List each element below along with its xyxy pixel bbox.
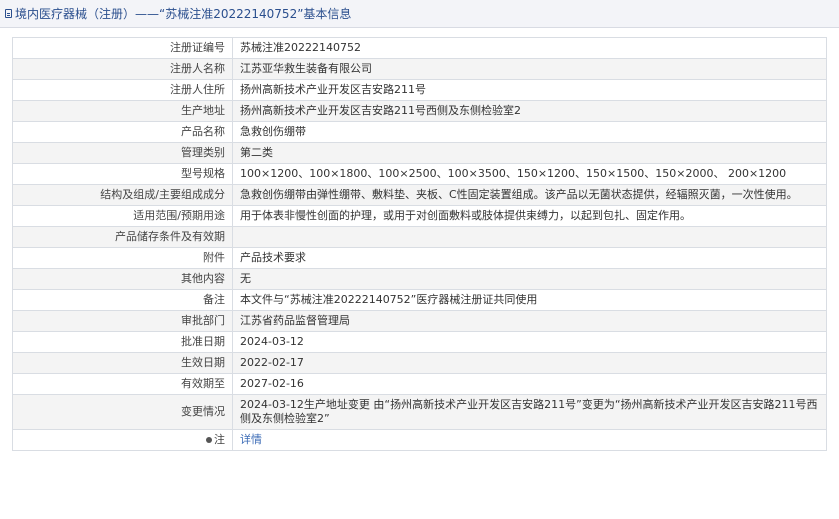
table-row: 注册证编号 苏械注准20222140752: [12, 37, 827, 59]
row-value: 扬州高新技术产业开发区吉安路211号: [232, 79, 827, 101]
page-header: 境内医疗器械（注册）——“苏械注准20222140752”基本信息: [0, 0, 839, 28]
note-label-cell: 注: [12, 429, 233, 451]
row-label: 附件: [12, 247, 233, 269]
note-value-cell: 详情: [232, 429, 827, 451]
row-value: 2024-03-12生产地址变更 由“扬州高新技术产业开发区吉安路211号”变更…: [232, 394, 827, 430]
row-value: 用于体表非慢性创面的护理，或用于对创面敷料或肢体提供束缚力，以起到包扎、固定作用…: [232, 205, 827, 227]
row-value: 江苏亚华救生装备有限公司: [232, 58, 827, 80]
info-table-container: 注册证编号 苏械注准20222140752 注册人名称 江苏亚华救生装备有限公司 注…: [12, 37, 827, 451]
row-value: 急救创伤绷带: [232, 121, 827, 143]
table-row: 备注 本文件与“苏械注准20222140752”医疗器械注册证共同使用: [12, 289, 827, 311]
bullet-icon: [206, 437, 212, 443]
row-value: [232, 226, 827, 248]
table-row: 审批部门 江苏省药品监督管理局: [12, 310, 827, 332]
row-label: 产品名称: [12, 121, 233, 143]
table-row: 变更情况 2024-03-12生产地址变更 由“扬州高新技术产业开发区吉安路211…: [12, 394, 827, 430]
table-row: 其他内容无: [12, 268, 827, 290]
page-title: 境内医疗器械（注册）——“苏械注准20222140752”基本信息: [15, 7, 352, 21]
row-value: 2024-03-12: [232, 331, 827, 353]
details-link[interactable]: 详情: [240, 433, 262, 446]
row-label: 批准日期: [12, 331, 233, 353]
row-value: 江苏省药品监督管理局: [232, 310, 827, 332]
table-row: 批准日期 2024-03-12: [12, 331, 827, 353]
row-label: 有效期至: [12, 373, 233, 395]
document-icon: [5, 9, 12, 18]
row-label: 其他内容: [12, 268, 233, 290]
table-row: 适用范围/预期用途 用于体表非慢性创面的护理，或用于对创面敷料或肢体提供束缚力，以…: [12, 205, 827, 227]
row-value: 苏械注准20222140752: [232, 37, 827, 59]
row-value: 2027-02-16: [232, 373, 827, 395]
row-value: 急救创伤绷带由弹性绷带、敷料垫、夹板、C性固定装置组成。该产品以无菌状态提供，经…: [232, 184, 827, 206]
row-value: 扬州高新技术产业开发区吉安路211号西侧及东侧检验室2: [232, 100, 827, 122]
row-label: 产品储存条件及有效期: [12, 226, 233, 248]
info-table: 注册证编号 苏械注准20222140752 注册人名称 江苏亚华救生装备有限公司 注…: [12, 37, 827, 451]
row-value: 2022-02-17: [232, 352, 827, 374]
table-row: 生效日期 2022-02-17: [12, 352, 827, 374]
row-label: 审批部门: [12, 310, 233, 332]
row-value: 100×1200、100×1800、100×2500、100×3500、150×…: [232, 163, 827, 185]
row-label: 注册证编号: [12, 37, 233, 59]
table-row: 产品储存条件及有效期: [12, 226, 827, 248]
table-row: 注册人名称 江苏亚华救生装备有限公司: [12, 58, 827, 80]
note-label: 注: [214, 433, 225, 446]
table-row: 附件 产品技术要求: [12, 247, 827, 269]
table-row: 结构及组成/主要组成成分 急救创伤绷带由弹性绷带、敷料垫、夹板、C性固定装置组成。…: [12, 184, 827, 206]
table-row: 管理类别 第二类: [12, 142, 827, 164]
table-row: 有效期至 2027-02-16: [12, 373, 827, 395]
note-row: 注 详情: [12, 429, 827, 451]
row-value: 本文件与“苏械注准20222140752”医疗器械注册证共同使用: [232, 289, 827, 311]
row-label: 结构及组成/主要组成成分: [12, 184, 233, 206]
row-label: 注册人名称: [12, 58, 233, 80]
row-value: 无: [232, 268, 827, 290]
row-label: 管理类别: [12, 142, 233, 164]
table-row: 注册人住所 扬州高新技术产业开发区吉安路211号: [12, 79, 827, 101]
table-row: 型号规格 100×1200、100×1800、100×2500、100×3500、…: [12, 163, 827, 185]
table-row: 产品名称 急救创伤绷带: [12, 121, 827, 143]
row-label: 型号规格: [12, 163, 233, 185]
row-label: 生效日期: [12, 352, 233, 374]
row-label: 备注: [12, 289, 233, 311]
row-label: 生产地址: [12, 100, 233, 122]
row-label: 变更情况: [12, 394, 233, 430]
row-label: 注册人住所: [12, 79, 233, 101]
row-value: 产品技术要求: [232, 247, 827, 269]
row-label: 适用范围/预期用途: [12, 205, 233, 227]
row-value: 第二类: [232, 142, 827, 164]
table-row: 生产地址 扬州高新技术产业开发区吉安路211号西侧及东侧检验室2: [12, 100, 827, 122]
